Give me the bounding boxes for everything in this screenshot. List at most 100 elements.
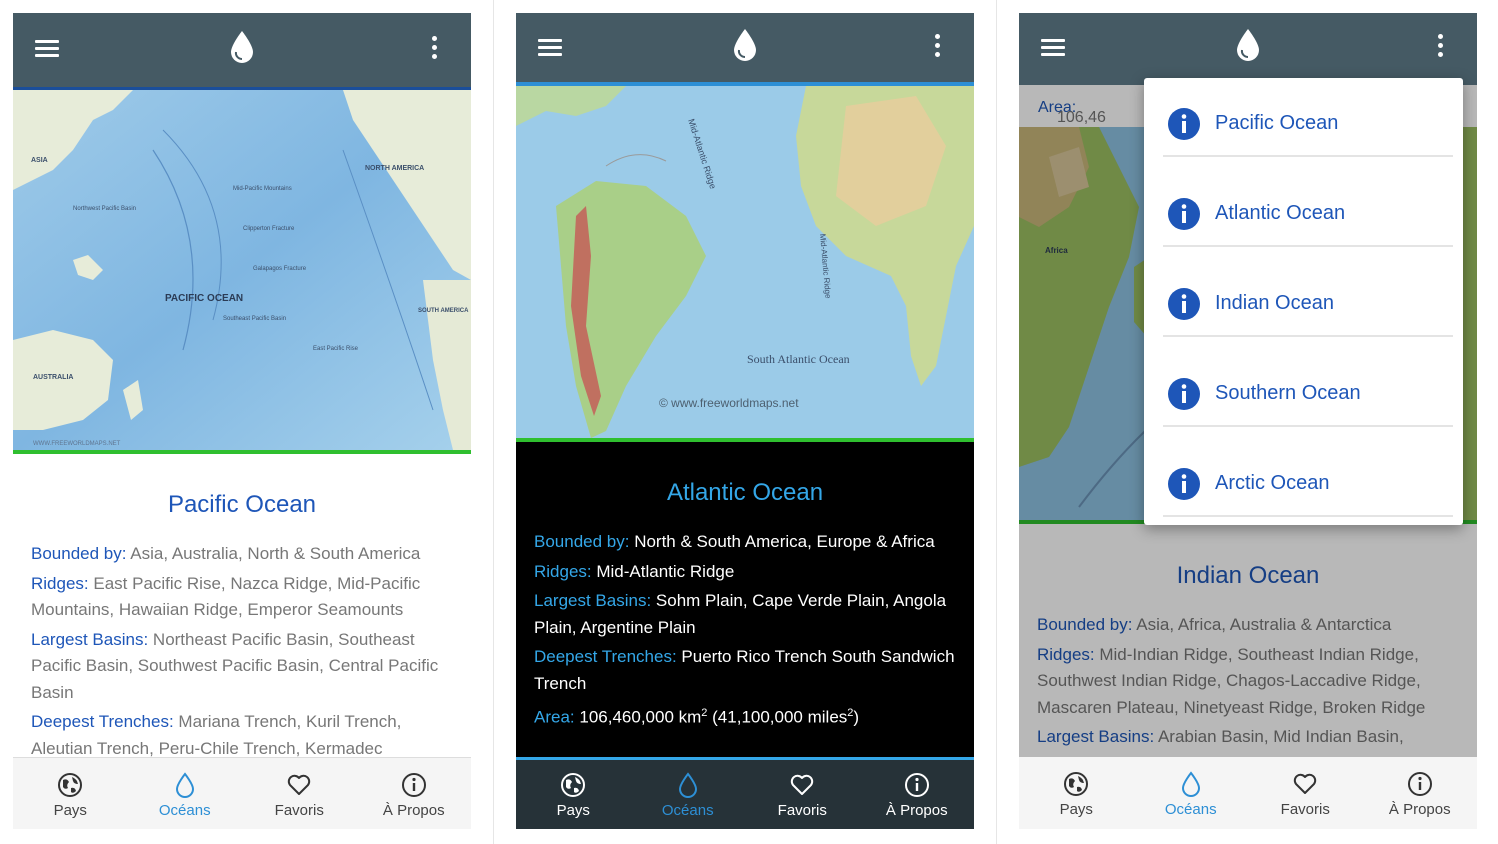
ocean-title: Pacific Ocean	[167, 491, 317, 518]
screen-indian-menu: Area: 106,46 Africa Indian Ocean Bounded…	[1019, 13, 1477, 829]
water-drop-icon	[231, 31, 253, 63]
nav-oceans-label: Océans	[661, 802, 714, 819]
water-drop-icon	[1237, 29, 1259, 61]
app-toolbar	[13, 13, 471, 87]
more-vert-icon[interactable]	[1433, 33, 1447, 61]
nav-pays[interactable]: Pays	[13, 758, 128, 829]
ocean-details: Bounded by: Asia, Australia, North & Sou…	[31, 541, 456, 765]
area-close: )	[853, 707, 860, 727]
basins-label: Largest Basins:	[534, 591, 652, 610]
menu-icon[interactable]	[35, 38, 59, 58]
atlantic-ocean-map: Mid-Atlantic Ridge Mid-Atlantic Ridge So…	[516, 86, 974, 438]
nav-oceans-label: Océans	[1164, 801, 1217, 818]
nav-oceans[interactable]: Océans	[128, 758, 243, 829]
bottom-navigation: Pays Océans Favoris À Propos	[13, 757, 471, 829]
ocean-details: Bounded by: North & South America, Europ…	[534, 529, 959, 734]
nav-pays[interactable]: Pays	[516, 760, 631, 829]
map-bottom-border	[516, 438, 974, 442]
nav-apropos-label: À Propos	[382, 802, 445, 819]
trenches-label: Deepest Trenches:	[534, 647, 677, 666]
menu-item-arctic[interactable]: Arctic Ocean	[1144, 438, 1463, 528]
nav-favoris-label: Favoris	[1280, 801, 1330, 818]
map-credit: © www.freeworldmaps.net	[659, 396, 799, 410]
nav-pays-label: Pays	[1059, 801, 1093, 818]
info-icon	[1168, 288, 1200, 320]
nav-favoris[interactable]: Favoris	[242, 758, 357, 829]
menu-item-label: Arctic Ocean	[1215, 472, 1330, 494]
svg-text:East Pacific Rise: East Pacific Rise	[313, 346, 359, 352]
globe-icon	[1064, 772, 1089, 796]
nav-favoris-label: Favoris	[274, 802, 324, 819]
map-credit: WWW.FREEWORLDMAPS.NET	[33, 441, 121, 447]
nav-pays[interactable]: Pays	[1019, 757, 1134, 829]
app-toolbar	[516, 13, 974, 85]
map-label-pacific-ocean: PACIFIC OCEAN	[165, 293, 243, 304]
nav-oceans[interactable]: Océans	[631, 760, 746, 829]
nav-pays-label: Pays	[53, 802, 87, 819]
nav-pays-label: Pays	[556, 802, 590, 819]
bottom-navigation: Pays Océans Favoris À Propos	[1019, 757, 1477, 829]
more-vert-icon[interactable]	[930, 33, 944, 61]
bounded-by-value: North & South America, Europe & Africa	[629, 532, 935, 551]
ridges-label: Ridges:	[31, 573, 89, 593]
menu-item-label: Pacific Ocean	[1215, 112, 1339, 134]
bounded-by-value: Asia, Australia, North & South America	[126, 544, 421, 563]
app-toolbar	[1019, 13, 1477, 85]
map-label-asia: ASIA	[31, 157, 48, 164]
drop-outline-icon	[175, 772, 194, 798]
basins-label: Largest Basins:	[31, 629, 149, 649]
globe-icon	[561, 773, 586, 797]
globe-icon	[58, 773, 83, 797]
info-icon	[904, 773, 929, 797]
trenches-label: Deepest Trenches:	[31, 712, 174, 731]
menu-item-label: Southern Ocean	[1215, 382, 1361, 404]
map-label-south-atlantic: South Atlantic Ocean	[747, 352, 850, 366]
ridges-value: Mid-Atlantic Ridge	[591, 561, 735, 581]
menu-item-atlantic[interactable]: Atlantic Ocean	[1144, 168, 1463, 258]
bounded-by-label: Bounded by:	[534, 532, 630, 551]
area-label: Area:	[534, 707, 575, 727]
bounded-by-label: Bounded by:	[31, 544, 127, 563]
ocean-title: Atlantic Ocean	[666, 479, 824, 506]
nav-apropos[interactable]: À Propos	[1363, 757, 1478, 829]
heart-icon	[288, 774, 311, 795]
info-icon	[401, 773, 426, 797]
bottom-navigation: Pays Océans Favoris À Propos	[516, 757, 974, 829]
drop-outline-icon	[678, 772, 697, 798]
menu-item-pacific[interactable]: Pacific Ocean	[1144, 78, 1463, 168]
ridges-label: Ridges:	[534, 561, 592, 581]
menu-icon[interactable]	[538, 37, 562, 57]
svg-text:Northwest Pacific Basin: Northwest Pacific Basin	[73, 206, 136, 212]
menu-item-indian[interactable]: Indian Ocean	[1144, 258, 1463, 348]
map-bottom-border	[13, 450, 471, 454]
info-icon	[1168, 198, 1200, 230]
nav-favoris-label: Favoris	[777, 802, 827, 819]
menu-item-southern[interactable]: Southern Ocean	[1144, 348, 1463, 438]
nav-apropos[interactable]: À Propos	[357, 758, 472, 829]
nav-favoris[interactable]: Favoris	[745, 760, 860, 829]
screen-pacific: Mid-Pacific Mountains Clipperton Fractur…	[13, 13, 471, 829]
area-value: 106,460,000 km	[574, 707, 702, 727]
pacific-ocean-map: Mid-Pacific Mountains Clipperton Fractur…	[13, 90, 471, 450]
map-label-south-america: SOUTH AMERICA	[418, 308, 469, 314]
area-miles: (41,100,000 miles	[707, 707, 848, 727]
nav-oceans-label: Océans	[158, 802, 211, 819]
info-icon	[1407, 772, 1432, 796]
svg-text:Galapagos Fracture: Galapagos Fracture	[253, 266, 307, 272]
more-vert-icon[interactable]	[427, 35, 441, 63]
screen-atlantic: Mid-Atlantic Ridge Mid-Atlantic Ridge So…	[516, 13, 974, 829]
nav-apropos-label: À Propos	[1388, 801, 1451, 818]
svg-text:Mid-Pacific Mountains: Mid-Pacific Mountains	[233, 186, 292, 192]
info-icon	[1168, 378, 1200, 410]
heart-icon	[791, 774, 814, 795]
ridges-value: East Pacific Rise, Nazca Ridge, Mid-Paci…	[31, 573, 421, 620]
svg-text:Southeast Pacific Basin: Southeast Pacific Basin	[223, 316, 286, 322]
nav-favoris[interactable]: Favoris	[1248, 757, 1363, 829]
map-label-north-america: NORTH AMERICA	[365, 165, 424, 172]
heart-icon	[1294, 773, 1317, 794]
drop-outline-icon	[1181, 771, 1200, 797]
menu-icon[interactable]	[1041, 37, 1065, 57]
nav-oceans[interactable]: Océans	[1134, 757, 1249, 829]
nav-apropos-label: À Propos	[885, 802, 948, 819]
nav-apropos[interactable]: À Propos	[860, 760, 975, 829]
